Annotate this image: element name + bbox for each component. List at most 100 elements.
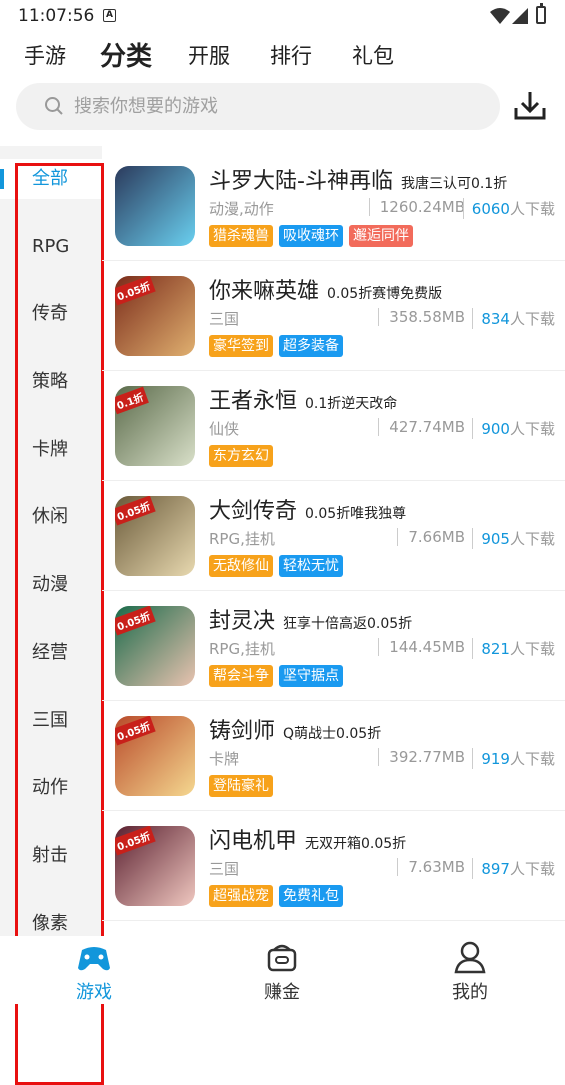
category-item[interactable]: 休闲: [0, 497, 102, 537]
category-item[interactable]: 三国: [0, 701, 102, 741]
game-size: 427.74MB: [378, 418, 465, 436]
game-name: 王者永恒: [209, 389, 298, 414]
battery-icon: [536, 3, 546, 24]
game-icon[interactable]: 0.05折: [115, 826, 195, 906]
game-size: 7.63MB: [397, 858, 465, 876]
download-count: 919: [481, 750, 510, 768]
game-row[interactable]: 0.05折 大剑传奇 0.05折唯我独尊 RPG,挂机 7.66MB 905人下载…: [102, 481, 565, 591]
top-tabs: 手游 分类 开服 排行 礼包: [0, 36, 565, 77]
status-time: 11:07:56: [18, 6, 95, 26]
game-size: 392.77MB: [378, 748, 465, 766]
game-tags: 帮会斗争 坚守据点: [209, 665, 349, 687]
tab-ranking[interactable]: 排行: [270, 40, 312, 70]
game-icon[interactable]: 0.05折: [115, 276, 195, 356]
game-tags: 登陆豪礼: [209, 775, 279, 797]
nav-games[interactable]: 游戏: [54, 940, 134, 1003]
game-tags: 猎杀魂兽 吸收魂环 邂逅同伴: [209, 225, 419, 247]
game-icon[interactable]: 0.05折: [115, 606, 195, 686]
game-title: 斗罗大陆-斗神再临 我唐三认可0.1折: [209, 163, 507, 195]
download-count: 897: [481, 860, 510, 878]
download-icon[interactable]: [513, 90, 547, 122]
tab-label: 手游: [24, 44, 66, 68]
game-icon[interactable]: [115, 166, 195, 246]
category-item[interactable]: 策略: [0, 362, 102, 402]
category-label: 传奇: [32, 303, 68, 324]
category-label: 休闲: [32, 506, 68, 527]
category-item[interactable]: RPG: [0, 227, 102, 267]
category-label: 射击: [32, 845, 68, 866]
game-downloads: 897人下载: [472, 858, 555, 879]
tab-label: 排行: [270, 44, 312, 68]
category-label: 像素: [32, 913, 68, 934]
game-row[interactable]: 斗罗大陆-斗神再临 我唐三认可0.1折 动漫,动作 1260.24MB 6060人…: [102, 151, 565, 261]
game-icon[interactable]: 0.05折: [115, 716, 195, 796]
category-item[interactable]: 动漫: [0, 565, 102, 605]
tab-mobile-games[interactable]: 手游: [24, 40, 66, 70]
tab-label: 开服: [188, 44, 230, 68]
user-icon: [454, 941, 486, 974]
game-icon[interactable]: 0.05折: [115, 496, 195, 576]
game-genre: RPG,挂机: [209, 530, 275, 548]
nav-earn[interactable]: 赚金: [242, 940, 322, 1003]
game-promo: Q萌战士0.05折: [283, 726, 382, 742]
category-item[interactable]: 全部: [0, 159, 102, 199]
download-suffix: 人下载: [509, 530, 555, 548]
game-promo: 0.05折唯我独尊: [305, 506, 407, 522]
download-count: 834: [481, 310, 510, 328]
game-row[interactable]: 0.05折 封灵决 狂享十倍高返0.05折 RPG,挂机 144.45MB 821…: [102, 591, 565, 701]
game-title: 你来嘛英雄 0.05折赛博免费版: [209, 273, 442, 305]
game-icon[interactable]: 0.1折: [115, 386, 195, 466]
game-title: 封灵决 狂享十倍高返0.05折: [209, 603, 412, 635]
nav-label: 我的: [452, 982, 488, 1003]
game-downloads: 821人下载: [472, 638, 555, 659]
category-sidebar: 全部 RPG 传奇 策略 卡牌 休闲 动漫 经营 三国 动作 射击 像素: [0, 146, 104, 1085]
game-row[interactable]: 0.05折 铸剑师 Q萌战士0.05折 卡牌 392.77MB 919人下载 登陆…: [102, 701, 565, 811]
game-genre: 三国: [209, 310, 240, 328]
tab-category[interactable]: 分类: [100, 36, 152, 77]
game-name: 闪电机甲: [209, 829, 298, 854]
game-downloads: 6060人下载: [462, 198, 555, 219]
discount-badge: 0.05折: [115, 826, 156, 856]
category-label: RPG: [32, 236, 70, 257]
search-input[interactable]: [74, 91, 474, 121]
game-genre: 三国: [209, 860, 240, 878]
download-count: 900: [481, 420, 510, 438]
game-downloads: 919人下载: [472, 748, 555, 769]
game-row[interactable]: 0.05折 闪电机甲 无双开箱0.05折 三国 7.63MB 897人下载 超强战…: [102, 811, 565, 921]
category-label: 三国: [32, 710, 68, 731]
category-item[interactable]: 传奇: [0, 294, 102, 334]
game-list[interactable]: 斗罗大陆-斗神再临 我唐三认可0.1折 动漫,动作 1260.24MB 6060人…: [102, 146, 565, 936]
category-item[interactable]: 射击: [0, 836, 102, 876]
download-suffix: 人下载: [509, 640, 555, 658]
nav-mine[interactable]: 我的: [430, 940, 510, 1003]
notification-a-icon: A: [103, 9, 116, 22]
nav-label: 赚金: [264, 982, 300, 1003]
game-row[interactable]: 0.05折 你来嘛英雄 0.05折赛博免费版 三国 358.58MB 834人下载…: [102, 261, 565, 371]
coin-box-icon: [267, 944, 297, 972]
discount-badge: 0.05折: [115, 276, 156, 306]
game-promo: 我唐三认可0.1折: [400, 176, 508, 192]
game-tag: 坚守据点: [279, 665, 343, 687]
game-genre: RPG,挂机: [209, 640, 275, 658]
bottom-nav: 游戏 赚金 我的: [0, 936, 565, 1004]
category-item[interactable]: 卡牌: [0, 430, 102, 470]
category-item[interactable]: 经营: [0, 633, 102, 673]
search-bar[interactable]: [16, 83, 500, 130]
game-tags: 东方玄幻: [209, 445, 279, 467]
game-tag: 帮会斗争: [209, 665, 273, 687]
download-suffix: 人下载: [509, 420, 555, 438]
game-promo: 无双开箱0.05折: [305, 836, 407, 852]
tab-gift[interactable]: 礼包: [352, 40, 394, 70]
game-row[interactable]: 0.1折 王者永恒 0.1折逆天改命 仙侠 427.74MB 900人下载 东方玄…: [102, 371, 565, 481]
game-title: 闪电机甲 无双开箱0.05折: [209, 823, 406, 855]
game-tags: 豪华签到 超多装备: [209, 335, 349, 357]
category-item[interactable]: 动作: [0, 768, 102, 808]
game-name: 大剑传奇: [209, 499, 298, 524]
tab-server[interactable]: 开服: [188, 40, 230, 70]
game-tag: 登陆豪礼: [209, 775, 273, 797]
game-downloads: 905人下载: [472, 528, 555, 549]
game-row-partial[interactable]: [102, 921, 565, 936]
download-suffix: 人下载: [509, 860, 555, 878]
game-name: 铸剑师: [209, 719, 276, 744]
game-genre: 仙侠: [209, 420, 240, 438]
